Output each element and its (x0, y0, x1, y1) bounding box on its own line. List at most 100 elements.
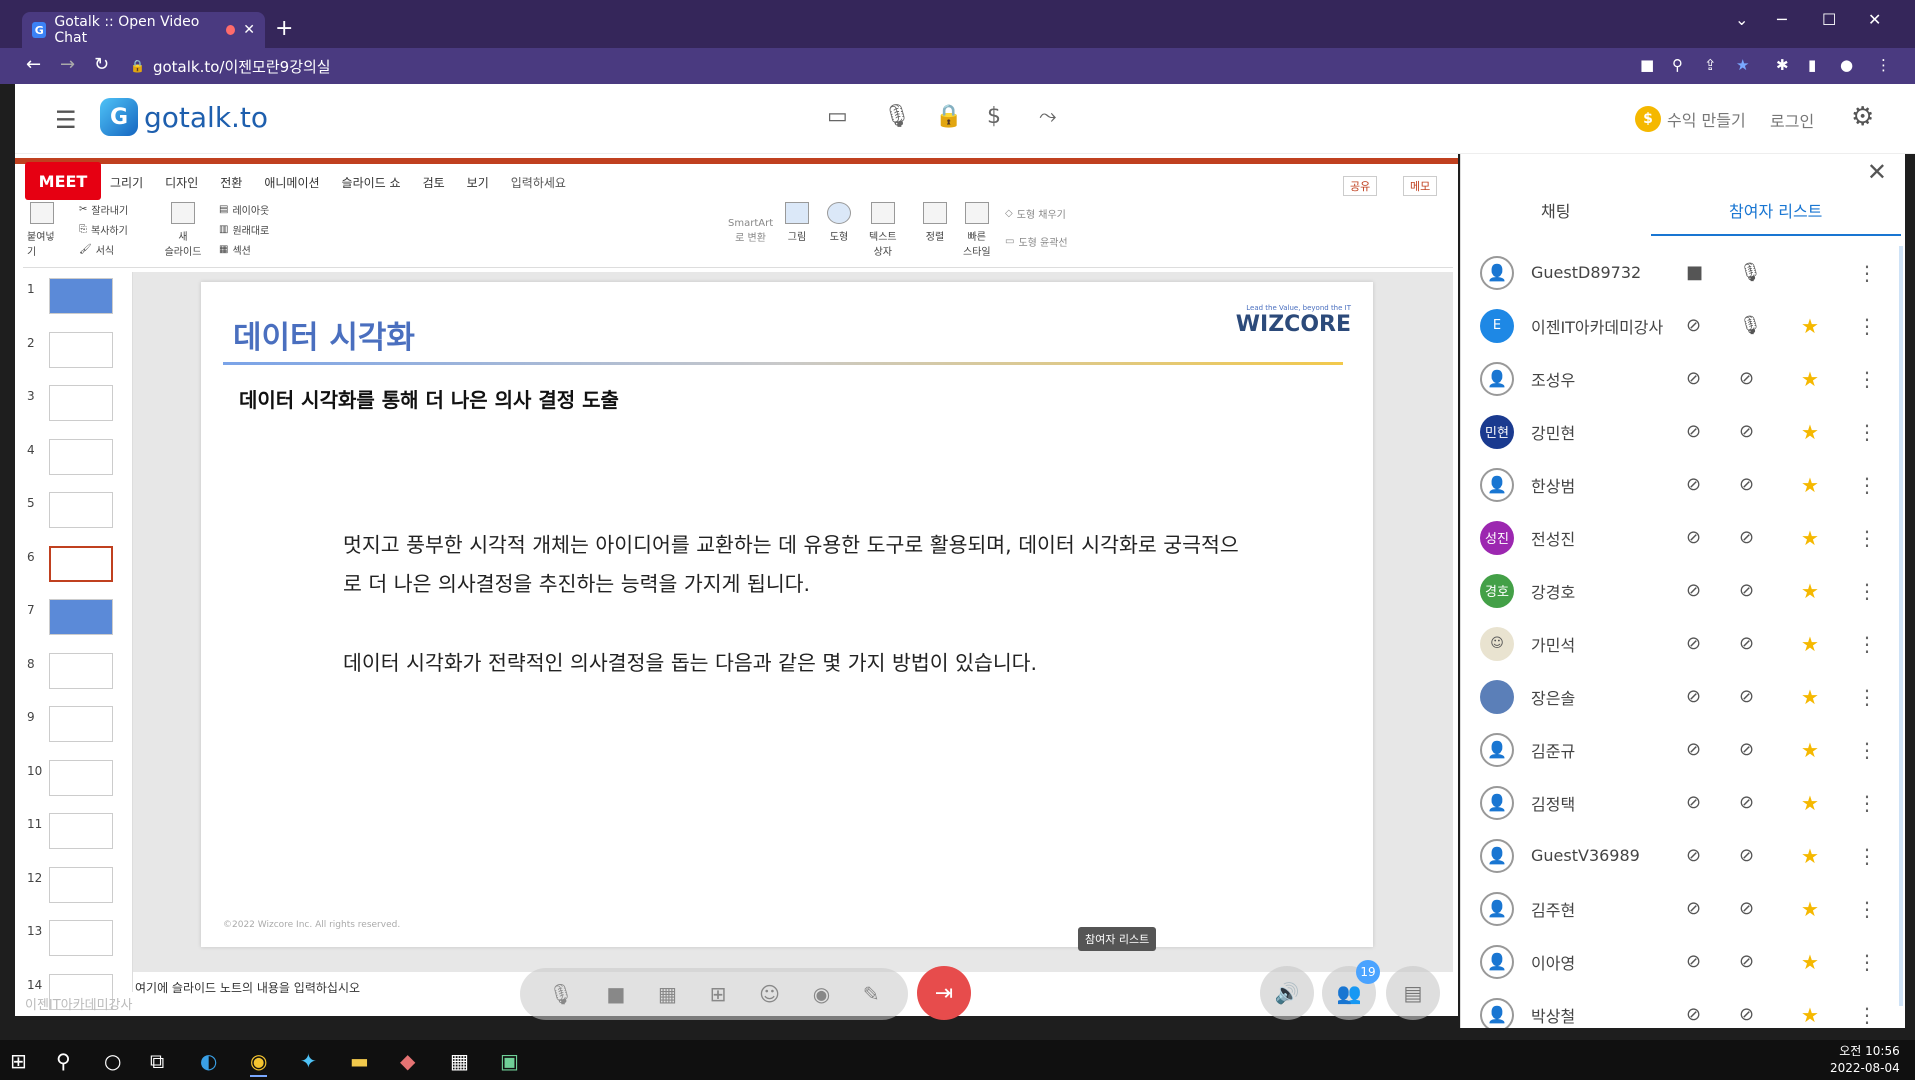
picture-icon[interactable] (785, 202, 809, 224)
participant-row[interactable]: 👤 김주현 ⊘ ⊘ ★ ⋮ (1461, 882, 1901, 935)
star-icon[interactable]: ★ (1801, 844, 1819, 868)
more-options-icon[interactable]: ⋮ (1857, 844, 1877, 868)
new-tab-button[interactable]: + (275, 16, 293, 41)
mic-off-icon[interactable]: ⊘ (1739, 527, 1754, 548)
participants-button[interactable]: 👥 19 (1322, 960, 1380, 1020)
revenue-button[interactable]: $ 수익 만들기 (1635, 106, 1746, 132)
zoom-icon[interactable]: ⚲ (1672, 56, 1683, 74)
participant-row[interactable]: 성진 전성진 ⊘ ⊘ ★ ⋮ (1461, 511, 1901, 564)
mic-off-icon[interactable]: ⊘ (1739, 421, 1754, 442)
camera-off-icon[interactable]: ⊘ (1686, 368, 1701, 389)
textbox-icon[interactable] (870, 202, 895, 224)
add-screen-icon[interactable]: ⊞ (710, 982, 727, 1006)
close-panel-icon[interactable]: ✕ (1867, 158, 1887, 186)
paste-icon[interactable] (30, 202, 54, 224)
system-clock[interactable]: 오전 10:56 2022-08-04 (1830, 1043, 1900, 1077)
mic-toggle-icon[interactable]: 🎙 (548, 982, 573, 1006)
profile-icon[interactable]: ● (1840, 56, 1853, 74)
star-icon[interactable]: ★ (1801, 526, 1819, 550)
participant-row[interactable]: 👤 조성우 ⊘ ⊘ ★ ⋮ (1461, 352, 1901, 405)
participant-row[interactable]: 민현 강민현 ⊘ ⊘ ★ ⋮ (1461, 405, 1901, 458)
browser-menu-icon[interactable]: ⋮ (1876, 56, 1891, 74)
share-link-icon[interactable]: ⤳ (1039, 104, 1057, 129)
camera-off-icon[interactable]: ⊘ (1686, 421, 1701, 442)
ppt-menu-item[interactable]: 전환 (220, 174, 242, 191)
mic-off-icon[interactable]: ⊘ (1739, 739, 1754, 760)
panel-scrollbar[interactable] (1899, 246, 1903, 1006)
participant-row[interactable]: 👤 김준규 ⊘ ⊘ ★ ⋮ (1461, 723, 1901, 776)
emoji-icon[interactable]: ☺ (759, 982, 780, 1006)
shape-icon[interactable] (827, 202, 851, 224)
more-options-icon[interactable]: ⋮ (1857, 950, 1877, 974)
tab-search-icon[interactable]: ⌄ (1735, 10, 1748, 29)
close-tab-icon[interactable]: ✕ (243, 22, 255, 38)
participant-row[interactable]: 장은솔 ⊘ ⊘ ★ ⋮ (1461, 670, 1901, 723)
current-slide[interactable]: 데이터 시각화 Lead the Value, beyond the IT WI… (201, 282, 1373, 947)
slide-thumbnail[interactable] (49, 813, 113, 849)
participant-row[interactable]: 👤 GuestV36989 ⊘ ⊘ ★ ⋮ (1461, 829, 1901, 882)
camera-off-icon[interactable]: ⊘ (1686, 739, 1701, 760)
participant-row[interactable]: 👤 GuestD89732 ■ 🎙 ⋮ (1461, 246, 1901, 299)
star-icon[interactable]: ★ (1801, 420, 1819, 444)
participant-row[interactable]: E 이젠IT아카데미강사 ⊘ 🎙 ★ ⋮ (1461, 299, 1901, 352)
participant-row[interactable]: 👤 한상범 ⊘ ⊘ ★ ⋮ (1461, 458, 1901, 511)
forward-icon[interactable]: → (60, 54, 75, 75)
mic-off-icon[interactable]: ⊘ (1739, 368, 1754, 389)
mic-off-icon[interactable]: ⊘ (1739, 951, 1754, 972)
back-icon[interactable]: ← (26, 54, 41, 75)
slide-thumbnail[interactable] (49, 438, 113, 475)
slide-thumbnail[interactable] (49, 545, 113, 582)
format-label[interactable]: 서식 (96, 242, 114, 257)
slide-thumbnail[interactable] (49, 652, 113, 689)
speaker-button[interactable]: 🔊 (1260, 966, 1314, 1020)
ppt-menu-item[interactable]: 그리기 (110, 174, 143, 191)
ppt-share-button[interactable]: 공유 (1343, 176, 1378, 196)
smartart-label[interactable]: SmartArt 로 변환 (728, 218, 773, 244)
participant-row[interactable]: 경호 강경호 ⊘ ⊘ ★ ⋮ (1461, 564, 1901, 617)
star-icon[interactable]: ★ (1801, 367, 1819, 391)
cut-label[interactable]: 잘라내기 (91, 202, 128, 217)
layout-label[interactable]: 레이아웃 (232, 202, 269, 217)
reload-icon[interactable]: ↻ (94, 54, 109, 75)
task-view-icon[interactable]: ⧉ (150, 1049, 164, 1073)
more-options-icon[interactable]: ⋮ (1857, 473, 1877, 497)
chart-app-icon[interactable]: ▣ (500, 1049, 519, 1073)
leave-meeting-button[interactable]: ⇥ (917, 966, 971, 1020)
reset-label[interactable]: 원래대로 (232, 222, 269, 237)
quick-style-icon[interactable] (964, 202, 989, 224)
more-options-icon[interactable]: ⋮ (1857, 420, 1877, 444)
bird-app-icon[interactable]: ✦ (300, 1049, 317, 1073)
more-options-icon[interactable]: ⋮ (1857, 738, 1877, 762)
mic-on-icon[interactable]: 🎙 (1739, 262, 1762, 283)
ppt-menu-item[interactable]: 보기 (467, 174, 489, 191)
dollar-icon[interactable]: $ (987, 104, 1001, 129)
ppt-menu-item[interactable]: 디자인 (165, 174, 198, 191)
login-button[interactable]: 로그인 (1770, 108, 1814, 132)
slide-thumbnail[interactable] (49, 492, 113, 528)
participant-row[interactable]: ☺ 가민석 ⊘ ⊘ ★ ⋮ (1461, 617, 1901, 670)
participant-row[interactable]: 👤 김정택 ⊘ ⊘ ★ ⋮ (1461, 776, 1901, 829)
sidebar-icon[interactable]: ▮ (1808, 56, 1816, 74)
camera-off-icon[interactable]: ⊘ (1686, 792, 1701, 813)
calculator-icon[interactable]: ▦ (450, 1049, 469, 1073)
slide-thumbnail[interactable] (49, 866, 113, 903)
camera-off-icon[interactable]: ⊘ (1686, 845, 1701, 866)
edge-icon[interactable]: ◐ (200, 1049, 217, 1073)
mic-off-icon[interactable]: ⊘ (1739, 633, 1754, 654)
more-options-icon[interactable]: ⋮ (1857, 367, 1877, 391)
star-icon[interactable]: ★ (1801, 473, 1819, 497)
more-options-icon[interactable]: ⋮ (1857, 579, 1877, 603)
participant-row[interactable]: 👤 이아영 ⊘ ⊘ ★ ⋮ (1461, 935, 1901, 988)
record-icon[interactable]: ◉ (813, 982, 830, 1006)
slide-thumbnail[interactable] (49, 385, 113, 421)
outline-label[interactable]: 도형 윤곽선 (1018, 234, 1067, 249)
close-window-button[interactable]: ✕ (1868, 10, 1881, 29)
section-label[interactable]: 섹션 (232, 242, 250, 257)
meet-badge[interactable]: MEET (25, 162, 101, 200)
maximize-button[interactable]: ☐ (1822, 10, 1836, 29)
more-options-icon[interactable]: ⋮ (1857, 314, 1877, 338)
tab-chat[interactable]: 채팅 (1541, 198, 1570, 222)
more-options-icon[interactable]: ⋮ (1857, 791, 1877, 815)
participant-row[interactable]: 👤 박상철 ⊘ ⊘ ★ ⋮ (1461, 988, 1901, 1028)
star-icon[interactable]: ★ (1801, 1003, 1819, 1027)
